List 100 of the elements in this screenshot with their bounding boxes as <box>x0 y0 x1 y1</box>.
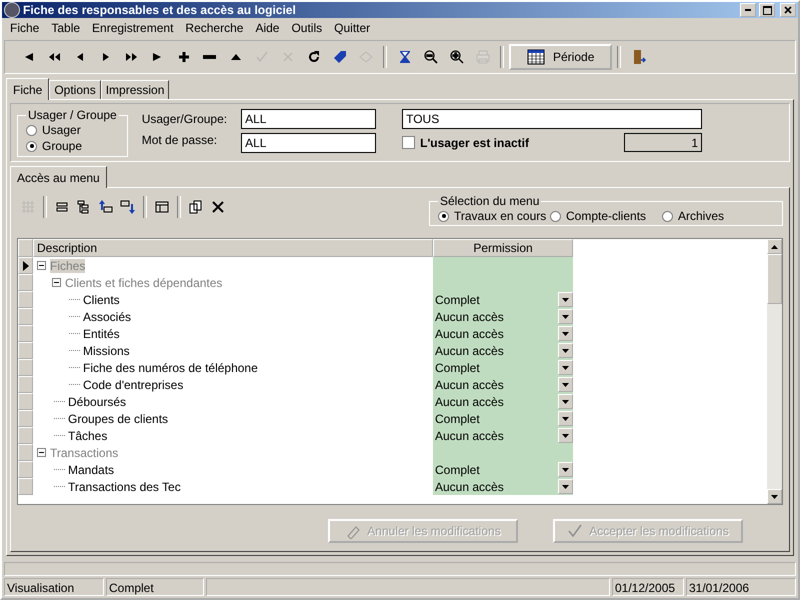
radio-button[interactable]: Travaux en cours <box>438 208 550 224</box>
dropdown-button[interactable] <box>558 479 573 494</box>
menu-item[interactable]: Enregistrement <box>86 21 180 35</box>
remove-icon <box>203 55 216 59</box>
maximize-icon <box>762 6 772 14</box>
close-button[interactable] <box>780 3 796 17</box>
menu-item[interactable]: Outils <box>285 21 328 35</box>
tree-item[interactable]: Tâches <box>68 428 108 442</box>
status-mode: Visualisation <box>4 578 104 596</box>
checkbox-label: L'usager est inactif <box>420 136 529 150</box>
tree-item[interactable]: Mandats <box>68 462 114 476</box>
calendar-icon <box>527 49 545 65</box>
permission-value: Aucun accès <box>435 310 504 324</box>
tree-item[interactable]: Clients et fiches dépendantes <box>65 276 222 290</box>
permission-value: Complet <box>435 462 480 476</box>
menu-item[interactable]: Fiche <box>4 21 46 35</box>
permission-value: Complet <box>435 292 480 306</box>
tree-item[interactable]: Code d'entreprises <box>83 378 184 392</box>
permission-value: Aucun accès <box>435 326 504 340</box>
row-header[interactable] <box>18 257 33 274</box>
field-label: Usager/Groupe: <box>142 112 228 126</box>
tab[interactable]: Accès au menu <box>10 166 107 188</box>
dropdown-button[interactable] <box>558 411 573 426</box>
password-field[interactable]: ALL <box>241 133 376 153</box>
dropdown-arrow-icon <box>562 366 569 370</box>
status-access: Complet <box>106 578 204 596</box>
tag-icon <box>332 49 348 65</box>
field-label: Mot de passe: <box>142 133 218 147</box>
dropdown-arrow-icon <box>562 434 569 438</box>
tab[interactable]: Fiche <box>6 78 50 100</box>
delete-icon <box>210 199 226 215</box>
tree-item[interactable]: Transactions <box>50 446 118 460</box>
count-field: 1 <box>624 133 702 152</box>
grid-icon <box>20 199 36 215</box>
group-title: Sélection du menu <box>439 194 540 208</box>
collapse-icon[interactable] <box>52 278 61 287</box>
menu-item[interactable]: Recherche <box>179 21 250 35</box>
maximize-button[interactable] <box>759 3 775 17</box>
dropdown-button[interactable] <box>558 292 573 307</box>
permission-value: Aucun accès <box>435 480 504 494</box>
dropdown-arrow-icon <box>562 348 569 352</box>
permission-value: Complet <box>435 360 480 374</box>
tree-item[interactable]: Clients <box>83 292 120 306</box>
collapse-icon[interactable] <box>37 261 46 270</box>
collapse-icon[interactable] <box>37 448 46 457</box>
tree-item[interactable]: Groupes de clients <box>68 412 168 426</box>
menu-item[interactable]: Quitter <box>328 21 376 35</box>
dropdown-button[interactable] <box>558 326 573 341</box>
dropdown-button[interactable] <box>558 343 573 358</box>
dropdown-button[interactable] <box>558 462 573 477</box>
scrollbar[interactable] <box>767 239 782 504</box>
tab[interactable]: Options <box>49 80 101 99</box>
permission-value: Aucun accès <box>435 344 504 358</box>
menu-item[interactable]: Aide <box>249 21 286 35</box>
dropdown-arrow-icon <box>562 332 569 336</box>
printer-icon <box>474 49 490 65</box>
radio-button[interactable]: Compte-clients <box>550 208 662 224</box>
tree-item[interactable]: Missions <box>83 344 130 358</box>
tree-item[interactable]: Transactions des Tec <box>68 480 181 494</box>
column-header[interactable]: Description <box>33 239 433 257</box>
radio-button[interactable]: Archives <box>662 208 774 224</box>
dropdown-button[interactable] <box>558 360 573 375</box>
input-field[interactable]: TOUS <box>402 109 702 129</box>
permission-value: Aucun accès <box>435 394 504 408</box>
scroll-thumb[interactable] <box>767 254 782 304</box>
menu-item[interactable]: Table <box>45 21 86 35</box>
close-icon <box>784 6 792 14</box>
column-header[interactable]: Permission <box>433 239 573 257</box>
window-title: Fiche des responsables et des accès au logiciel <box>23 3 297 17</box>
zoom-in-icon <box>448 49 464 65</box>
tab[interactable]: Impression <box>100 80 170 99</box>
tree-item[interactable]: Déboursés <box>68 394 126 408</box>
dropdown-arrow-icon <box>562 468 569 472</box>
checkbox[interactable] <box>402 136 416 149</box>
dropdown-arrow-icon <box>562 484 569 488</box>
radio-button[interactable]: Groupe <box>26 138 119 154</box>
tree-item[interactable]: Fiche des numéros de téléphone <box>83 360 258 374</box>
dropdown-button[interactable] <box>558 309 573 324</box>
dropdown-button[interactable] <box>558 428 573 443</box>
radio-button[interactable]: Usager <box>26 122 119 138</box>
tree-item[interactable]: Associés <box>83 310 132 324</box>
move-up-icon <box>98 199 114 215</box>
copy-icon <box>188 199 204 215</box>
zoom-out-icon <box>422 49 438 65</box>
period-button[interactable]: Période <box>509 44 612 70</box>
tree-item[interactable]: Entités <box>83 326 120 340</box>
scroll-up-icon <box>771 244 778 248</box>
dropdown-button[interactable] <box>558 377 573 392</box>
group-title: Usager / Groupe <box>27 108 118 122</box>
dropdown-arrow-icon <box>562 314 569 318</box>
permission-value: Complet <box>435 412 480 426</box>
current-row-icon <box>22 260 28 270</box>
input-field[interactable]: ALL <box>241 109 376 129</box>
status-start-date: 01/12/2005 <box>612 578 684 596</box>
move-down-icon <box>120 199 136 215</box>
columns-icon <box>154 199 170 215</box>
minimize-button[interactable] <box>740 3 756 17</box>
dropdown-button[interactable] <box>558 394 573 409</box>
dropdown-arrow-icon <box>562 416 569 420</box>
dropdown-arrow-icon <box>562 298 569 302</box>
